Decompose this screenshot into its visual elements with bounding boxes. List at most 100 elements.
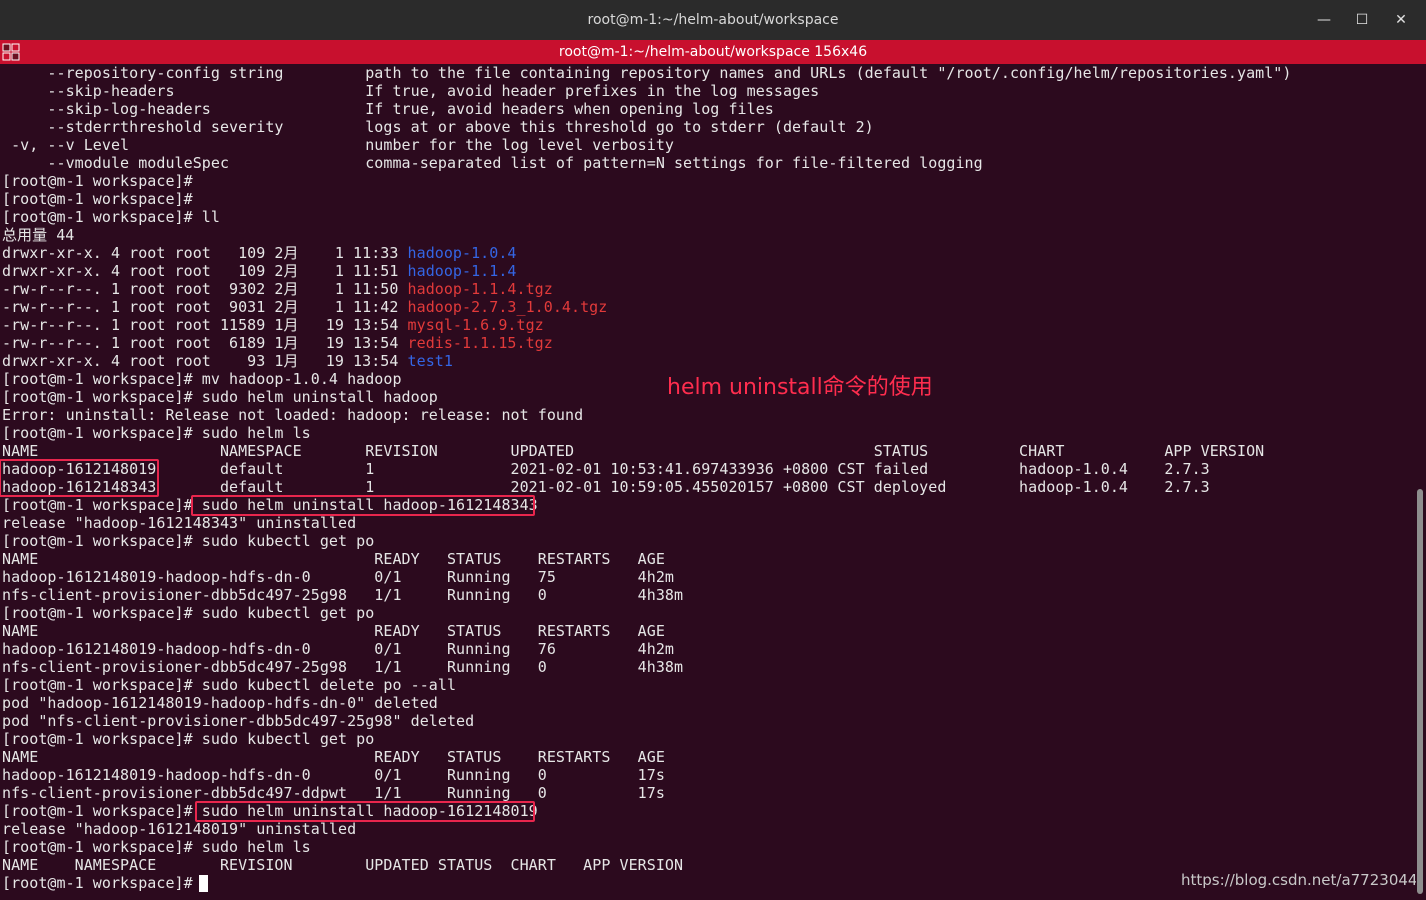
terminal-line: [root@m-1 workspace]# ll <box>2 208 220 226</box>
terminal-line: -rw-r--r--. 1 root root 9302 2月 1 11:50 … <box>2 280 553 298</box>
terminal-line: nfs-client-provisioner-dbb5dc497-25g98 1… <box>2 658 683 676</box>
terminal-line-text: hadoop-1612148019 default 1 2021-02-01 1… <box>2 460 1210 478</box>
terminal-line: hadoop-1612148019 default 1 2021-02-01 1… <box>2 460 1210 478</box>
minimize-button[interactable]: — <box>1313 9 1335 31</box>
scrollbar-thumb[interactable] <box>1417 489 1423 894</box>
terminal-line: -rw-r--r--. 1 root root 11589 1月 19 13:5… <box>2 316 544 334</box>
terminal-line: [root@m-1 workspace]# sudo helm ls <box>2 424 311 442</box>
terminal-line-text: release "hadoop-1612148019" uninstalled <box>2 820 357 838</box>
terminal-line: drwxr-xr-x. 4 root root 93 1月 19 13:54 t… <box>2 352 453 370</box>
terminal-output[interactable]: --repository-config string path to the f… <box>0 64 1416 900</box>
terminal-line-text: --skip-log-headers If true, avoid header… <box>2 100 774 118</box>
terminal-tab-bar: root@m-1:~/helm-about/workspace 156x46 <box>0 40 1426 64</box>
terminal-line: --stderrthreshold severity logs at or ab… <box>2 118 874 136</box>
terminal-line: NAME READY STATUS RESTARTS AGE <box>2 622 665 640</box>
terminal-line: --skip-headers If true, avoid header pre… <box>2 82 819 100</box>
terminal-line: --skip-log-headers If true, avoid header… <box>2 100 774 118</box>
terminal-line: NAME READY STATUS RESTARTS AGE <box>2 748 665 766</box>
terminal-line-text: Error: uninstall: Release not loaded: ha… <box>2 406 584 424</box>
terminal-line-text: --repository-config string path to the f… <box>2 64 1292 82</box>
terminal-line: [root@m-1 workspace]# sudo helm ls <box>2 838 311 856</box>
terminal-line: hadoop-1612148019-hadoop-hdfs-dn-0 0/1 R… <box>2 568 674 586</box>
terminal-line-text: [root@m-1 workspace]# <box>2 874 202 892</box>
terminal-line: drwxr-xr-x. 4 root root 109 2月 1 11:33 h… <box>2 244 517 262</box>
terminal-line-text: -rw-r--r--. 1 root root 11589 1月 19 13:5… <box>2 316 408 334</box>
terminal-line-text: nfs-client-provisioner-dbb5dc497-25g98 1… <box>2 586 684 604</box>
terminal-line-text: [root@m-1 workspace]# sudo helm ls <box>2 838 311 856</box>
terminal-line: --repository-config string path to the f… <box>2 64 1291 82</box>
terminal-line-text: [root@m-1 workspace]# sudo kubectl get p… <box>2 532 375 550</box>
terminal-line: -v, --v Level number for the log level v… <box>2 136 674 154</box>
terminal-line-text: -rw-r--r--. 1 root root 9031 2月 1 11:42 <box>2 298 408 316</box>
terminal-line-text: 总用量 44 <box>2 226 75 244</box>
directory-name: hadoop-1.1.4 <box>407 262 517 280</box>
terminal-line-text: hadoop-1612148343 default 1 2021-02-01 1… <box>2 478 1210 496</box>
terminal-line-text: -rw-r--r--. 1 root root 9302 2月 1 11:50 <box>2 280 408 298</box>
terminal-line: release "hadoop-1612148019" uninstalled <box>2 820 356 838</box>
terminal-line-text: [root@m-1 workspace]# sudo helm uninstal… <box>2 388 438 406</box>
archive-file-name: mysql-1.6.9.tgz <box>407 316 544 334</box>
terminal-line-text: [root@m-1 workspace]# sudo helm ls <box>2 424 311 442</box>
terminal-line-text: [root@m-1 workspace]# sudo kubectl get p… <box>2 730 375 748</box>
terminal-line-text: drwxr-xr-x. 4 root root 109 2月 1 11:51 <box>2 262 408 280</box>
terminal-line: [root@m-1 workspace]# sudo helm uninstal… <box>2 388 438 406</box>
terminal-line-text: --stderrthreshold severity logs at or ab… <box>2 118 874 136</box>
terminal-line: [root@m-1 workspace]# sudo kubectl get p… <box>2 730 374 748</box>
window-title: root@m-1:~/helm-about/workspace <box>587 12 839 28</box>
terminal-line-text: drwxr-xr-x. 4 root root 93 1月 19 13:54 <box>2 352 408 370</box>
terminal-line: pod "nfs-client-provisioner-dbb5dc497-25… <box>2 712 474 730</box>
terminal-line: NAME NAMESPACE REVISION UPDATED STATUS C… <box>2 856 683 874</box>
terminal-line-text: --vmodule moduleSpec comma-separated lis… <box>2 154 983 172</box>
archive-file-name: hadoop-1.1.4.tgz <box>407 280 553 298</box>
tab-title: root@m-1:~/helm-about/workspace 156x46 <box>558 44 868 60</box>
terminal-line: hadoop-1612148019-hadoop-hdfs-dn-0 0/1 R… <box>2 766 665 784</box>
terminal-line: Error: uninstall: Release not loaded: ha… <box>2 406 583 424</box>
terminal-line: nfs-client-provisioner-dbb5dc497-25g98 1… <box>2 586 683 604</box>
archive-file-name: redis-1.1.15.tgz <box>407 334 553 352</box>
terminal-line-text: NAME NAMESPACE REVISION UPDATED STATUS C… <box>2 856 684 874</box>
close-button[interactable]: ✕ <box>1390 9 1412 31</box>
terminal-line-text: nfs-client-provisioner-dbb5dc497-25g98 1… <box>2 658 684 676</box>
terminal-line: NAME NAMESPACE REVISION UPDATED STATUS C… <box>2 442 1264 460</box>
terminal-line-text: NAME READY STATUS RESTARTS AGE <box>2 550 665 568</box>
terminal-line: pod "hadoop-1612148019-hadoop-hdfs-dn-0"… <box>2 694 438 712</box>
terminal-line: [root@m-1 workspace]# <box>2 874 202 892</box>
terminal-line: --vmodule moduleSpec comma-separated lis… <box>2 154 983 172</box>
terminal-line: [root@m-1 workspace]# sudo kubectl get p… <box>2 604 374 622</box>
terminal-line: [root@m-1 workspace]# sudo kubectl delet… <box>2 676 456 694</box>
terminal-line-text: pod "hadoop-1612148019-hadoop-hdfs-dn-0"… <box>2 694 438 712</box>
maximize-button[interactable]: ☐ <box>1351 9 1373 31</box>
terminal-line: [root@m-1 workspace]# <box>2 172 193 190</box>
terminal-line-text: hadoop-1612148019-hadoop-hdfs-dn-0 0/1 R… <box>2 766 665 784</box>
terminal-line: -rw-r--r--. 1 root root 6189 1月 19 13:54… <box>2 334 553 352</box>
terminal-line-text: [root@m-1 workspace]# sudo kubectl get p… <box>2 604 375 622</box>
archive-file-name: hadoop-2.7.3_1.0.4.tgz <box>407 298 608 316</box>
highlight-box-uninstall-019 <box>195 801 535 822</box>
terminal-line-text: [root@m-1 workspace]# sudo kubectl delet… <box>2 676 457 694</box>
terminal-line-text: NAME READY STATUS RESTARTS AGE <box>2 622 665 640</box>
terminal-line-text: -v, --v Level number for the log level v… <box>2 136 674 154</box>
terminal-scrollbar[interactable] <box>1416 64 1426 900</box>
terminal-line-text: hadoop-1612148019-hadoop-hdfs-dn-0 0/1 R… <box>2 568 674 586</box>
terminal-line-text: --skip-headers If true, avoid header pre… <box>2 82 820 100</box>
annotation-text: helm uninstall命令的使用 <box>667 375 933 400</box>
terminal-line: [root@m-1 workspace]# sudo kubectl get p… <box>2 532 374 550</box>
terminal-line: drwxr-xr-x. 4 root root 109 2月 1 11:51 h… <box>2 262 517 280</box>
terminal-line: NAME READY STATUS RESTARTS AGE <box>2 550 665 568</box>
highlight-box-release-names <box>0 459 159 497</box>
terminal-line-text: NAME NAMESPACE REVISION UPDATED STATUS C… <box>2 442 1265 460</box>
terminal-line-text: -rw-r--r--. 1 root root 6189 1月 19 13:54 <box>2 334 408 352</box>
terminal-line: release "hadoop-1612148343" uninstalled <box>2 514 356 532</box>
terminal-line: [root@m-1 workspace]# mv hadoop-1.0.4 ha… <box>2 370 402 388</box>
directory-name: hadoop-1.0.4 <box>407 244 517 262</box>
terminal-line-text: pod "nfs-client-provisioner-dbb5dc497-25… <box>2 712 475 730</box>
watermark-text: https://blog.csdn.net/a772304419 <box>1181 871 1426 889</box>
terminal-line-text: nfs-client-provisioner-dbb5dc497-ddpwt 1… <box>2 784 665 802</box>
terminal-line: -rw-r--r--. 1 root root 9031 2月 1 11:42 … <box>2 298 607 316</box>
terminal-cursor <box>199 875 208 892</box>
terminal-line: hadoop-1612148343 default 1 2021-02-01 1… <box>2 478 1210 496</box>
split-terminal-icon[interactable] <box>2 43 20 61</box>
terminal-line: [root@m-1 workspace]# <box>2 190 193 208</box>
terminal-line-text: [root@m-1 workspace]# ll <box>2 208 220 226</box>
terminal-line: nfs-client-provisioner-dbb5dc497-ddpwt 1… <box>2 784 665 802</box>
